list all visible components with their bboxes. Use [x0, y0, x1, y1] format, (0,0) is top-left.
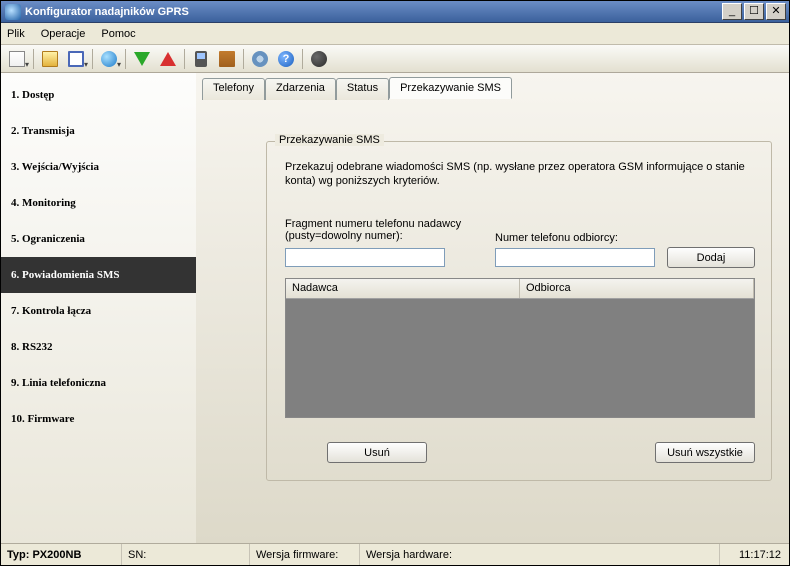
status-fw-label: Wersja firmware:	[256, 549, 338, 561]
sidebar-item-rs232[interactable]: 8. RS232	[1, 329, 196, 365]
sidebar-item-monitoring[interactable]: 4. Monitoring	[1, 185, 196, 221]
body-area: 1. Dostęp 2. Transmisja 3. Wejścia/Wyjśc…	[1, 73, 789, 543]
sidebar-item-label: 10. Firmware	[11, 413, 74, 425]
tab-sms-forwarding[interactable]: Przekazywanie SMS	[389, 77, 512, 99]
status-type-label: Typ:	[7, 549, 29, 561]
status-hardware: Wersja hardware:	[359, 544, 719, 565]
status-time: 11:17:12	[719, 544, 789, 565]
toolbar-separator	[184, 49, 185, 69]
status-firmware: Wersja firmware:	[249, 544, 359, 565]
menu-operations[interactable]: Operacje	[41, 28, 86, 40]
sidebar-item-firmware[interactable]: 10. Firmware	[1, 401, 196, 437]
grid-column-recipient[interactable]: Odbiorca	[520, 279, 754, 298]
tab-strip: Telefony Zdarzenia Status Przekazywanie …	[202, 77, 789, 99]
delete-all-button[interactable]: Usuń wszystkie	[655, 442, 755, 463]
status-bar: Typ: PX200NB SN: Wersja firmware: Wersja…	[1, 543, 789, 565]
forwarding-grid[interactable]: Nadawca Odbiorca	[285, 278, 755, 418]
sidebar-item-label: 3. Wejścia/Wyjścia	[11, 161, 99, 173]
dropdown-icon: ▾	[117, 60, 121, 69]
window-title: Konfigurator nadajników GPRS	[25, 6, 722, 18]
sidebar-item-access[interactable]: 1. Dostęp	[1, 77, 196, 113]
sidebar-item-label: 7. Kontrola łącza	[11, 305, 91, 317]
misc-button[interactable]	[307, 48, 331, 70]
sidebar-item-link-control[interactable]: 7. Kontrola łącza	[1, 293, 196, 329]
toolbar-separator	[33, 49, 34, 69]
grid-column-sender[interactable]: Nadawca	[286, 279, 520, 298]
settings-button[interactable]	[248, 48, 272, 70]
sidebar: 1. Dostęp 2. Transmisja 3. Wejścia/Wyjśc…	[1, 73, 196, 543]
sidebar-item-label: 2. Transmisja	[11, 125, 75, 137]
sidebar-item-sms-notifications[interactable]: 6. Powiadomienia SMS	[1, 257, 196, 293]
arrow-down-icon	[134, 52, 150, 66]
groupbox-title: Przekazywanie SMS	[275, 134, 384, 146]
dropdown-icon: ▾	[25, 60, 29, 69]
arrow-up-icon	[160, 52, 176, 66]
maximize-button[interactable]: ☐	[744, 3, 764, 20]
save-icon	[68, 51, 84, 67]
minimize-button[interactable]: _	[722, 3, 742, 20]
content-pane: Telefony Zdarzenia Status Przekazywanie …	[196, 73, 789, 543]
app-icon	[5, 4, 21, 20]
sidebar-item-label: 4. Monitoring	[11, 197, 76, 209]
sender-label: Fragment numeru telefonu nadawcy (pusty=…	[285, 218, 465, 242]
toolbar-separator	[125, 49, 126, 69]
menu-bar: Plik Operacje Pomoc	[1, 23, 789, 45]
download-button[interactable]	[130, 48, 154, 70]
status-type: Typ: PX200NB	[1, 544, 121, 565]
sidebar-item-label: 5. Ograniczenia	[11, 233, 85, 245]
document-icon	[9, 51, 25, 67]
new-document-button[interactable]: ▾	[5, 48, 29, 70]
status-type-value: PX200NB	[32, 549, 81, 561]
help-icon: ?	[278, 51, 294, 67]
sidebar-item-io[interactable]: 3. Wejścia/Wyjścia	[1, 149, 196, 185]
description-text: Przekazuj odebrane wiadomości SMS (np. w…	[285, 160, 753, 188]
sidebar-item-restrictions[interactable]: 5. Ograniczenia	[1, 221, 196, 257]
sidebar-item-phone-line[interactable]: 9. Linia telefoniczna	[1, 365, 196, 401]
add-button[interactable]: Dodaj	[667, 247, 755, 268]
title-bar: Konfigurator nadajników GPRS _ ☐ ✕	[1, 1, 789, 23]
grid-header: Nadawca Odbiorca	[286, 279, 754, 299]
globe-icon	[101, 51, 117, 67]
upload-button[interactable]	[156, 48, 180, 70]
recipient-input[interactable]	[495, 248, 655, 267]
status-sn: SN:	[121, 544, 249, 565]
open-button[interactable]	[38, 48, 62, 70]
toolbar-separator	[243, 49, 244, 69]
toolbar: ▾ ▾ ▾ ?	[1, 45, 789, 73]
sms-forwarding-group: Przekazywanie SMS Przekazuj odebrane wia…	[266, 141, 772, 481]
dark-globe-icon	[311, 51, 327, 67]
folder-open-icon	[42, 51, 58, 67]
toolbar-separator	[92, 49, 93, 69]
sidebar-item-transmission[interactable]: 2. Transmisja	[1, 113, 196, 149]
status-sn-label: SN:	[128, 549, 146, 561]
save-button[interactable]: ▾	[64, 48, 88, 70]
sidebar-item-label: 9. Linia telefoniczna	[11, 377, 106, 389]
tab-phones[interactable]: Telefony	[202, 78, 265, 100]
tab-status[interactable]: Status	[336, 78, 389, 100]
toolbar-separator	[302, 49, 303, 69]
sidebar-item-label: 6. Powiadomienia SMS	[11, 269, 119, 281]
help-button[interactable]: ?	[274, 48, 298, 70]
log-button[interactable]	[215, 48, 239, 70]
menu-file[interactable]: Plik	[7, 28, 25, 40]
sidebar-item-label: 1. Dostęp	[11, 89, 54, 101]
window-control-buttons: _ ☐ ✕	[722, 3, 786, 20]
menu-help[interactable]: Pomoc	[101, 28, 135, 40]
sidebar-item-label: 8. RS232	[11, 341, 53, 353]
device-button[interactable]	[189, 48, 213, 70]
status-hw-label: Wersja hardware:	[366, 549, 452, 561]
book-icon	[219, 51, 235, 67]
recipient-label: Numer telefonu odbiorcy:	[495, 232, 618, 244]
delete-button[interactable]: Usuń	[327, 442, 427, 463]
dropdown-icon: ▾	[84, 60, 88, 69]
sender-input[interactable]	[285, 248, 445, 267]
gear-icon	[252, 51, 268, 67]
connect-button[interactable]: ▾	[97, 48, 121, 70]
tab-events[interactable]: Zdarzenia	[265, 78, 336, 100]
close-button[interactable]: ✕	[766, 3, 786, 20]
device-icon	[195, 51, 207, 67]
